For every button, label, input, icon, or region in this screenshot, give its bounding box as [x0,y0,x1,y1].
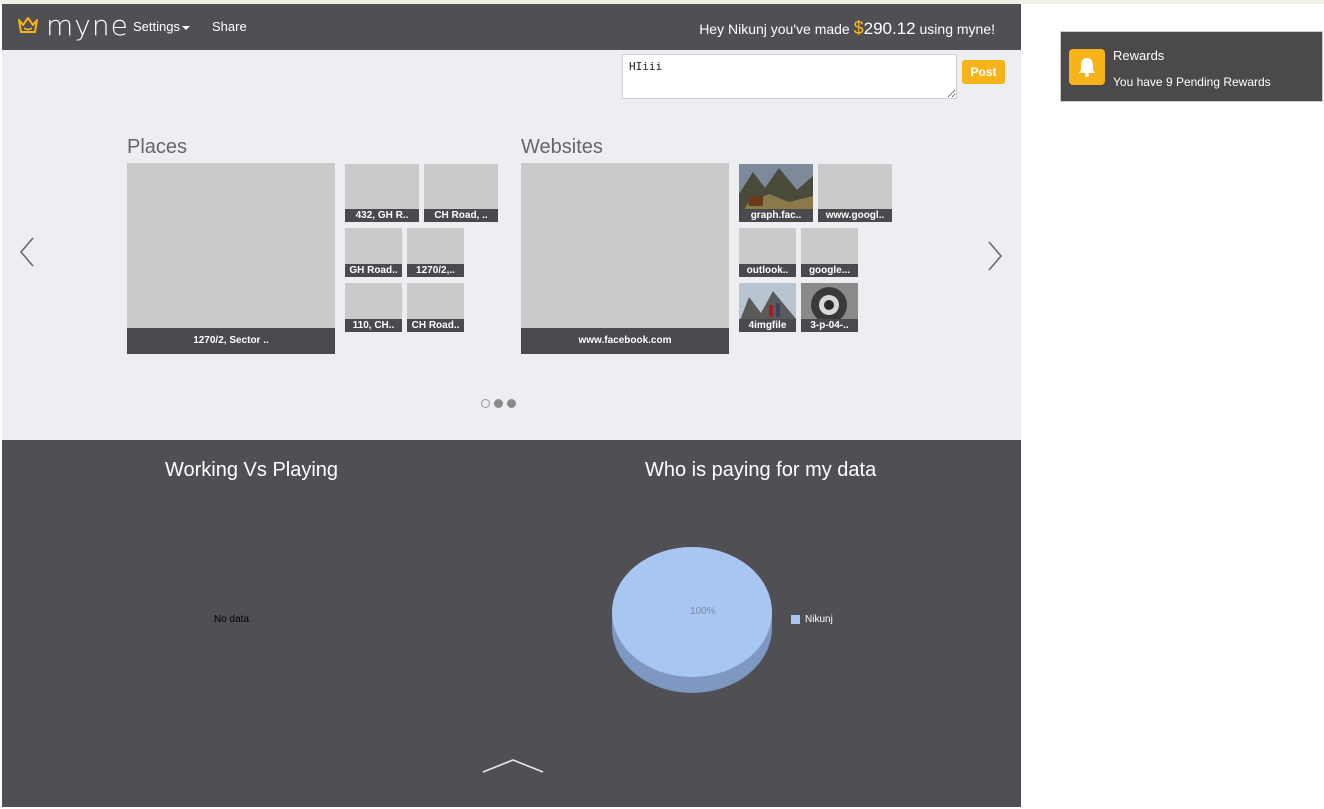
tile-label: CH Road, .. [424,209,498,222]
tile-label: google... [801,264,858,277]
settings-menu[interactable]: Settings [133,19,190,34]
myne-logo[interactable]: myne [16,12,129,40]
earnings-currency: $ [853,18,864,38]
carousel-prev-icon[interactable] [18,236,36,268]
place-tile[interactable]: 110, CH.. [345,283,402,332]
crown-logo-icon [18,17,38,33]
carousel-pagination [481,399,516,408]
pagination-dot[interactable] [481,399,490,408]
rewards-notification[interactable]: Rewards You have 9 Pending Rewards [1060,31,1323,102]
paying-chart-title: Who is paying for my data [645,459,877,481]
share-link[interactable]: Share [212,19,247,34]
notification-body: You have 9 Pending Rewards [1113,75,1271,89]
tile-label: 1270/2, Sector .. [127,328,335,354]
earnings-prefix: Hey Nikunj you've made [699,21,854,37]
pagination-dot[interactable] [494,399,503,408]
pie-slice-label: 100% [690,606,716,617]
earnings-message: Hey Nikunj you've made $290.12 using myn… [699,18,995,39]
caret-down-icon [181,25,190,30]
navbar: myne Settings Share Hey Nikunj you've ma… [2,4,1021,50]
charts-area: Working Vs Playing No data Who is paying… [2,440,1021,807]
tile-label: 3-p-04-.. [801,319,858,332]
website-tile[interactable]: www.facebook.com [521,163,729,354]
pie-legend: Nikunj [791,614,833,625]
tile-label: graph.fac.. [739,209,813,222]
website-tile[interactable]: www.googl.. [818,164,892,222]
place-tile[interactable]: GH Road.. [345,228,402,277]
place-tile[interactable]: CH Road, .. [424,164,498,222]
main-carousel-area: Post Places 1270/2, Sector .. 432, GH R.… [2,50,1021,440]
tile-label: 4imgfile [739,319,796,332]
logo-text: myne [46,9,129,42]
tile-label: 110, CH.. [345,319,402,332]
tile-label: CH Road.. [407,319,464,332]
notification-title: Rewards [1113,48,1165,63]
place-tile[interactable]: 1270/2,.. [407,228,464,277]
place-tile[interactable]: CH Road.. [407,283,464,332]
tile-label: www.facebook.com [521,328,729,354]
legend-label: Nikunj [805,614,833,625]
tile-label: 432, GH R.. [345,209,419,222]
place-tile[interactable]: 432, GH R.. [345,164,419,222]
website-tile-photo[interactable]: graph.fac.. [739,164,813,222]
settings-label: Settings [133,19,180,34]
post-input[interactable] [622,54,957,99]
pagination-dot[interactable] [507,399,516,408]
carousel-next-icon[interactable] [986,240,1004,272]
earnings-suffix: using myne! [915,21,996,37]
working-vs-playing-title: Working Vs Playing [165,459,339,481]
website-tile-photo[interactable]: 3-p-04-.. [801,283,858,332]
tile-label: www.googl.. [818,209,892,222]
tile-label: GH Road.. [345,264,402,277]
no-data-label: No data [214,614,250,625]
bell-icon [1069,49,1105,85]
websites-title: Websites [521,136,603,158]
scroll-up-icon[interactable] [482,758,544,774]
pie-chart [612,547,772,693]
places-title: Places [127,136,188,158]
myne-app: myne Settings Share Hey Nikunj you've ma… [2,4,1021,807]
website-tile-photo[interactable]: 4imgfile [739,283,796,332]
earnings-amount: 290.12 [863,19,916,38]
tile-label: 1270/2,.. [407,264,464,277]
tile-label: outlook.. [739,264,796,277]
website-tile[interactable]: google... [801,228,858,277]
place-tile[interactable]: 1270/2, Sector .. [127,163,335,354]
website-tile[interactable]: outlook.. [739,228,796,277]
post-button[interactable]: Post [962,60,1005,84]
legend-swatch [791,615,800,624]
